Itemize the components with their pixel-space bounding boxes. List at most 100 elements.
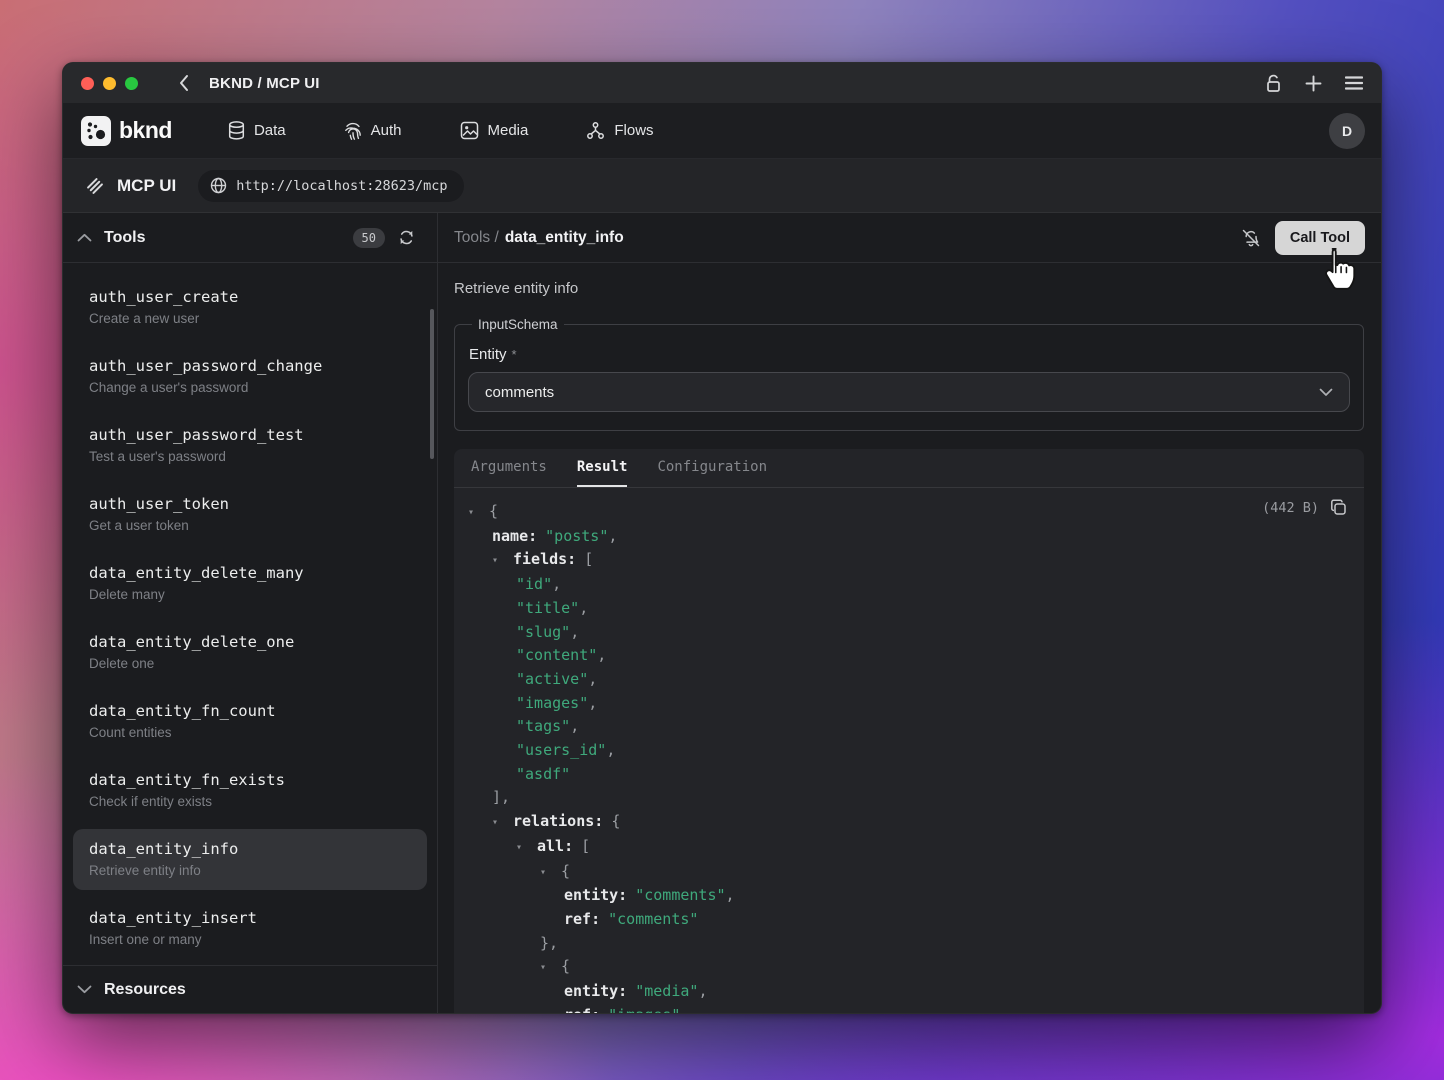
refresh-icon <box>398 229 415 246</box>
nav-item-label: Media <box>488 122 529 139</box>
brand-logo[interactable]: bknd <box>81 116 172 146</box>
json-line: ref:"comments" <box>468 908 1348 932</box>
sidebar-item-auth_user_create[interactable]: auth_user_create Create a new user <box>73 277 427 338</box>
sidebar-item-auth_user_token[interactable]: auth_user_tokenGet a user token <box>73 484 427 545</box>
collapse-toggle-icon[interactable]: ▾ <box>516 836 537 860</box>
tool-description: Create a new user <box>89 310 411 328</box>
json-line: "users_id", <box>468 739 1348 763</box>
json-punctuation: , <box>552 575 561 593</box>
brand-name: bknd <box>119 117 172 144</box>
entity-select[interactable]: comments <box>468 372 1350 412</box>
json-line: name:"posts", <box>468 525 1348 549</box>
chevron-down-icon <box>77 985 92 994</box>
title-bar: BKND / MCP UI <box>63 63 1381 103</box>
nav-item-media[interactable]: Media <box>460 121 529 140</box>
tool-name: data_entity_insert <box>89 908 411 928</box>
workflow-icon <box>586 121 605 140</box>
tools-count-badge: 50 <box>353 228 385 248</box>
app-toolbar: MCP UI http://localhost:28623/mcp <box>63 159 1381 213</box>
tool-description: Count entities <box>89 724 411 742</box>
nav-item-label: Data <box>254 122 286 139</box>
tool-description: Retrieve entity info <box>89 862 411 880</box>
json-punctuation: }, <box>540 934 558 952</box>
json-string: "comments" <box>608 910 698 928</box>
call-tool-button[interactable]: Call Tool <box>1275 221 1365 255</box>
collapse-toggle-icon[interactable]: ▾ <box>468 501 489 525</box>
nav-item-data[interactable]: Data <box>228 121 286 140</box>
sidebar-item-data_entity_delete_one[interactable]: data_entity_delete_oneDelete one <box>73 622 427 683</box>
json-punctuation: , <box>579 599 588 617</box>
tool-list: auth_user_createCreate a new userauth_us… <box>63 263 437 965</box>
json-key: fields: <box>513 550 576 568</box>
tab-configuration[interactable]: Configuration <box>657 449 767 487</box>
server-url-pill[interactable]: http://localhost:28623/mcp <box>198 170 463 202</box>
nav-item-auth[interactable]: Auth <box>344 121 402 140</box>
json-line: ▾relations:{ <box>468 810 1348 835</box>
sidebar-scrollbar[interactable] <box>430 309 434 459</box>
menu-icon[interactable] <box>1345 76 1363 90</box>
json-string: "media" <box>635 982 698 1000</box>
json-punctuation: , <box>606 741 615 759</box>
collapse-toggle-icon[interactable]: ▾ <box>540 956 561 980</box>
sidebar-item-data_entity_insert[interactable]: data_entity_insert Insert one or many <box>73 898 427 959</box>
result-tabs: Arguments Result Configuration <box>454 449 1364 488</box>
sidebar-item-data_entity_fn_exists[interactable]: data_entity_fn_existsCheck if entity exi… <box>73 760 427 821</box>
json-punctuation: , <box>588 694 597 712</box>
chevron-left-icon <box>178 74 189 92</box>
collapse-toggle-icon[interactable]: ▾ <box>492 549 513 573</box>
sidebar-item-data_entity_fn_count[interactable]: data_entity_fn_count Count entities <box>73 691 427 752</box>
nav-item-flows[interactable]: Flows <box>586 121 653 140</box>
resources-section-header[interactable]: Resources <box>63 965 437 1013</box>
json-key: all: <box>537 837 573 855</box>
json-punctuation: , <box>570 717 579 735</box>
user-avatar[interactable]: D <box>1329 113 1365 149</box>
tool-detail-panel: Tools / data_entity_info Call Tool Retri… <box>438 213 1381 1013</box>
result-card: Arguments Result Configuration ▾{ name:"p… <box>454 449 1364 1013</box>
json-line: ▾{ <box>468 860 1348 885</box>
sidebar-item-auth_user_password_change[interactable]: auth_user_password_changeChange a user's… <box>73 346 427 407</box>
collapse-toggle-icon[interactable]: ▾ <box>540 861 561 885</box>
tools-section-label: Tools <box>104 229 145 247</box>
tool-name: data_entity_fn_count <box>89 701 411 721</box>
json-line: "slug", <box>468 621 1348 645</box>
json-string: "users_id" <box>516 741 606 759</box>
minimize-window-button[interactable] <box>103 77 116 90</box>
new-tab-icon[interactable] <box>1305 75 1322 92</box>
json-punctuation: , <box>570 623 579 641</box>
entity-field-label: Entity* <box>469 346 1350 363</box>
tool-description: Insert one or many <box>89 931 411 949</box>
breadcrumb-current: data_entity_info <box>505 229 624 247</box>
json-line: entity:"media", <box>468 980 1348 1004</box>
json-line: "id", <box>468 573 1348 597</box>
chevron-down-icon <box>1319 388 1333 397</box>
json-line: "tags", <box>468 715 1348 739</box>
json-string: "images" <box>516 694 588 712</box>
copy-icon[interactable] <box>1330 499 1347 516</box>
nav-item-label: Auth <box>371 122 402 139</box>
maximize-window-button[interactable] <box>125 77 138 90</box>
json-punctuation: , <box>608 527 617 545</box>
sidebar-item-data_entity_info[interactable]: data_entity_infoRetrieve entity info <box>73 829 427 890</box>
tab-result[interactable]: Result <box>577 449 628 487</box>
sidebar-item-auth_user_password_test[interactable]: auth_user_password_testTest a user's pas… <box>73 415 427 476</box>
tab-arguments[interactable]: Arguments <box>471 449 547 487</box>
tool-description-text: Retrieve entity info <box>454 279 1364 299</box>
mcp-icon <box>85 176 105 196</box>
tool-name: auth_user_create <box>89 287 411 307</box>
json-string: "title" <box>516 599 579 617</box>
json-punctuation: , <box>726 886 735 904</box>
tools-section-header[interactable]: Tools 50 <box>63 213 437 263</box>
refresh-tools-button[interactable] <box>398 229 415 246</box>
window-title: BKND / MCP UI <box>209 75 320 92</box>
nav-item-label: Flows <box>614 122 653 139</box>
back-button[interactable] <box>178 74 189 92</box>
collapse-toggle-icon[interactable]: ▾ <box>492 811 513 835</box>
json-punctuation: [ <box>581 837 590 855</box>
close-window-button[interactable] <box>81 77 94 90</box>
tool-detail-header: Tools / data_entity_info Call Tool <box>438 213 1381 263</box>
notifications-off-button[interactable] <box>1241 228 1261 248</box>
sidebar-item-data_entity_delete_many[interactable]: data_entity_delete_manyDelete many <box>73 553 427 614</box>
lock-open-icon[interactable] <box>1265 74 1282 93</box>
breadcrumb-parent[interactable]: Tools / <box>454 229 499 247</box>
json-string: "comments" <box>635 886 725 904</box>
